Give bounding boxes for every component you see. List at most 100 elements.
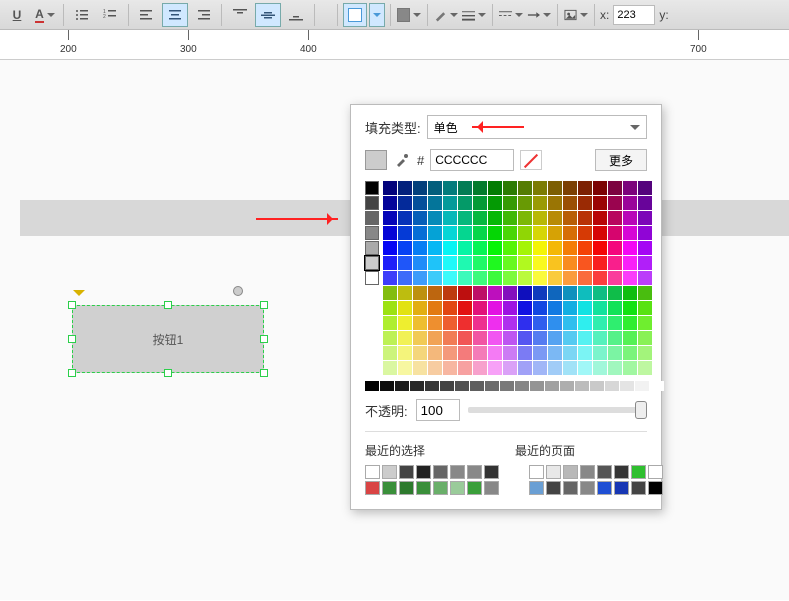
palette-swatch[interactable] xyxy=(383,271,397,285)
palette-swatch[interactable] xyxy=(428,241,442,255)
palette-swatch[interactable] xyxy=(473,316,487,330)
align-left-button[interactable] xyxy=(134,3,160,27)
palette-swatch[interactable] xyxy=(518,271,532,285)
palette-swatch[interactable] xyxy=(578,256,592,270)
palette-swatch[interactable] xyxy=(443,316,457,330)
palette-swatch[interactable] xyxy=(593,226,607,240)
recent-swatch[interactable] xyxy=(597,481,612,495)
palette-swatch[interactable] xyxy=(548,346,562,360)
palette-swatch[interactable] xyxy=(638,256,652,270)
palette-swatch[interactable] xyxy=(638,331,652,345)
no-fill-button[interactable] xyxy=(520,150,542,170)
recent-swatch[interactable] xyxy=(529,465,544,479)
palette-swatch[interactable] xyxy=(413,316,427,330)
palette-swatch[interactable] xyxy=(548,241,562,255)
valign-bottom-button[interactable] xyxy=(283,3,309,27)
recent-swatch[interactable] xyxy=(484,465,499,479)
palette-swatch[interactable] xyxy=(533,181,547,195)
valign-middle-button[interactable] xyxy=(255,3,281,27)
palette-swatch[interactable] xyxy=(473,286,487,300)
palette-swatch[interactable] xyxy=(593,196,607,210)
palette-swatch[interactable] xyxy=(578,331,592,345)
grayscale-ramp[interactable] xyxy=(365,381,647,391)
palette-swatch[interactable] xyxy=(578,301,592,315)
palette-swatch[interactable] xyxy=(593,361,607,375)
palette-swatch[interactable] xyxy=(488,346,502,360)
recent-swatch[interactable] xyxy=(529,481,544,495)
palette-swatch[interactable] xyxy=(398,331,412,345)
recent-swatch[interactable] xyxy=(399,481,414,495)
palette-swatch[interactable] xyxy=(593,331,607,345)
palette-swatch[interactable] xyxy=(503,301,517,315)
palette-swatch[interactable] xyxy=(593,346,607,360)
palette-swatch[interactable] xyxy=(383,346,397,360)
palette-swatch[interactable] xyxy=(473,331,487,345)
palette-swatch[interactable] xyxy=(413,301,427,315)
recent-swatch[interactable] xyxy=(614,465,629,479)
palette-swatch[interactable] xyxy=(608,181,622,195)
palette-swatch[interactable] xyxy=(623,301,637,315)
palette-swatch[interactable] xyxy=(548,196,562,210)
recent-swatch[interactable] xyxy=(382,465,397,479)
palette-swatch[interactable] xyxy=(518,211,532,225)
palette-swatch[interactable] xyxy=(473,181,487,195)
palette-swatch[interactable] xyxy=(608,211,622,225)
palette-swatch[interactable] xyxy=(443,226,457,240)
current-color-swatch[interactable] xyxy=(365,150,387,170)
palette-swatch[interactable] xyxy=(503,196,517,210)
palette-swatch[interactable] xyxy=(413,226,427,240)
palette-swatch[interactable] xyxy=(398,301,412,315)
palette-swatch[interactable] xyxy=(518,196,532,210)
ramp-swatch[interactable] xyxy=(545,381,559,391)
insert-image-button[interactable] xyxy=(563,3,589,27)
palette-swatch[interactable] xyxy=(533,211,547,225)
palette-swatch[interactable] xyxy=(413,181,427,195)
recent-swatch[interactable] xyxy=(416,481,431,495)
ramp-swatch[interactable] xyxy=(440,381,454,391)
palette-swatch[interactable] xyxy=(623,181,637,195)
palette-swatch[interactable] xyxy=(503,331,517,345)
palette-swatch[interactable] xyxy=(608,361,622,375)
rotate-handle[interactable] xyxy=(233,286,243,296)
palette-swatch[interactable] xyxy=(548,361,562,375)
ramp-swatch[interactable] xyxy=(485,381,499,391)
hex-input[interactable] xyxy=(430,149,514,171)
palette-swatch[interactable] xyxy=(473,241,487,255)
palette-swatch[interactable] xyxy=(473,226,487,240)
palette-swatch[interactable] xyxy=(413,346,427,360)
palette-swatch[interactable] xyxy=(518,226,532,240)
palette-swatch[interactable] xyxy=(548,211,562,225)
palette-swatch[interactable] xyxy=(518,256,532,270)
palette-swatch[interactable] xyxy=(548,271,562,285)
valign-top-button[interactable] xyxy=(227,3,253,27)
align-center-button[interactable] xyxy=(162,3,188,27)
eyedropper-icon[interactable] xyxy=(393,151,411,169)
palette-swatch[interactable] xyxy=(593,271,607,285)
palette-swatch[interactable] xyxy=(488,316,502,330)
ramp-swatch[interactable] xyxy=(605,381,619,391)
palette-swatch[interactable] xyxy=(563,361,577,375)
palette-swatch[interactable] xyxy=(458,346,472,360)
palette-swatch[interactable] xyxy=(548,331,562,345)
palette-swatch[interactable] xyxy=(503,346,517,360)
palette-swatch[interactable] xyxy=(638,361,652,375)
palette-swatch[interactable] xyxy=(443,301,457,315)
gray-swatch[interactable] xyxy=(365,181,379,195)
palette-swatch[interactable] xyxy=(518,181,532,195)
ramp-swatch[interactable] xyxy=(575,381,589,391)
ramp-swatch[interactable] xyxy=(425,381,439,391)
resize-handle-s[interactable] xyxy=(164,369,172,377)
palette-swatch[interactable] xyxy=(428,361,442,375)
ramp-swatch[interactable] xyxy=(530,381,544,391)
palette-swatch[interactable] xyxy=(428,316,442,330)
palette-swatch[interactable] xyxy=(623,316,637,330)
opacity-input[interactable] xyxy=(416,399,460,421)
palette-swatch[interactable] xyxy=(638,301,652,315)
recent-selection-swatches[interactable] xyxy=(365,465,499,495)
recent-swatch[interactable] xyxy=(365,481,380,495)
ramp-swatch[interactable] xyxy=(590,381,604,391)
recent-page-swatches[interactable] xyxy=(529,465,663,495)
palette-swatch[interactable] xyxy=(608,196,622,210)
palette-swatch[interactable] xyxy=(398,196,412,210)
recent-swatch[interactable] xyxy=(416,465,431,479)
